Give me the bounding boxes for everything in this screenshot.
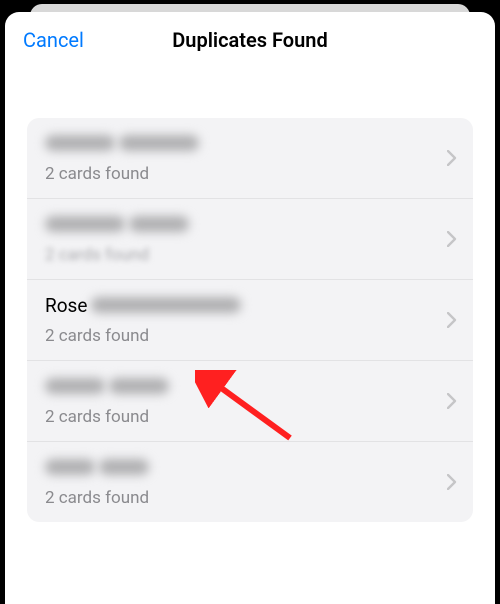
contact-name: Rose xyxy=(45,294,433,316)
redacted-text xyxy=(45,216,125,232)
redacted-text xyxy=(91,297,241,313)
list-item[interactable]: Rose 2 cards found xyxy=(27,280,473,361)
cards-found-label: 2 cards found xyxy=(45,407,433,427)
contact-name-text: Rose xyxy=(45,294,87,317)
modal-title: Duplicates Found xyxy=(172,28,327,52)
chevron-right-icon xyxy=(447,474,457,490)
cards-found-label: 2 cards found xyxy=(45,164,433,184)
contact-name xyxy=(45,456,433,478)
contact-name xyxy=(45,132,433,154)
modal-header: Cancel Duplicates Found xyxy=(5,12,495,68)
list-item[interactable]: 2 cards found xyxy=(27,199,473,280)
redacted-text xyxy=(45,459,95,475)
chevron-right-icon xyxy=(447,231,457,247)
duplicates-list: 2 cards found 2 cards found Rose 2 cards… xyxy=(27,118,473,522)
cancel-button[interactable]: Cancel xyxy=(23,28,84,52)
modal-sheet: Cancel Duplicates Found 2 cards found 2 … xyxy=(5,12,495,604)
redacted-text xyxy=(129,216,189,232)
contact-name xyxy=(45,213,433,235)
content-area: 2 cards found 2 cards found Rose 2 cards… xyxy=(5,68,495,522)
list-item[interactable]: 2 cards found xyxy=(27,118,473,199)
redacted-text xyxy=(45,378,105,394)
chevron-right-icon xyxy=(447,312,457,328)
chevron-right-icon xyxy=(447,393,457,409)
list-item[interactable]: 2 cards found xyxy=(27,361,473,442)
cards-found-label: 2 cards found xyxy=(45,326,433,346)
redacted-text xyxy=(109,378,169,394)
cards-found-label: 2 cards found xyxy=(45,245,433,265)
contact-name xyxy=(45,375,433,397)
list-item[interactable]: 2 cards found xyxy=(27,442,473,522)
redacted-text xyxy=(99,459,149,475)
chevron-right-icon xyxy=(447,150,457,166)
cards-found-label: 2 cards found xyxy=(45,488,433,508)
redacted-text xyxy=(119,135,199,151)
redacted-text xyxy=(45,135,115,151)
